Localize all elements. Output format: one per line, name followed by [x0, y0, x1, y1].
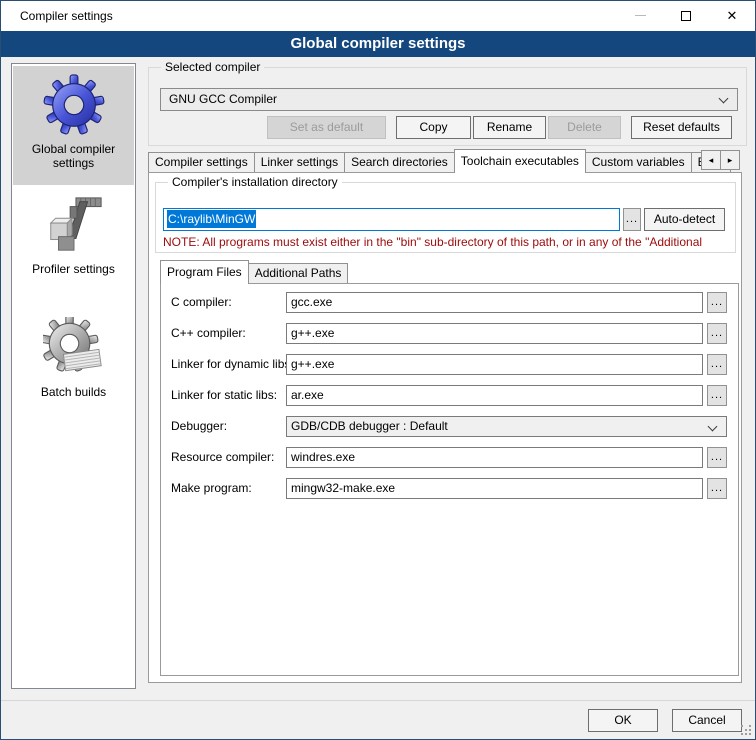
tab-program-files[interactable]: Program Files [160, 260, 249, 284]
tab-linker-settings[interactable]: Linker settings [254, 152, 345, 172]
caliper-icon [43, 194, 105, 259]
tab-additional-paths[interactable]: Additional Paths [248, 263, 349, 283]
close-button[interactable]: ✕ [709, 1, 755, 30]
installation-directory-group: Compiler's installation directory C:\ray… [155, 182, 736, 253]
tab-scroll-right-icon[interactable]: ▸ [720, 150, 740, 170]
chevron-down-icon [719, 94, 729, 104]
installation-directory-input[interactable]: C:\raylib\MinGW [163, 208, 620, 231]
tab-scroll-buttons: ◂ ▸ [702, 150, 740, 170]
sidebar-item-profiler-settings[interactable]: Profiler settings [13, 190, 134, 297]
maximize-icon [681, 11, 691, 21]
cpp-compiler-input[interactable]: g++.exe [286, 323, 703, 344]
group-label: Compiler's installation directory [168, 175, 342, 189]
copy-button[interactable]: Copy [396, 116, 471, 139]
resource-compiler-browse-button[interactable]: ... [707, 447, 727, 468]
make-program-value: mingw32-make.exe [291, 481, 395, 495]
dynamic-linker-input[interactable]: g++.exe [286, 354, 703, 375]
settings-tabs: Compiler settings Linker settings Search… [148, 149, 731, 172]
sidebar-item-label: Batch builds [41, 385, 106, 399]
tab-custom-variables[interactable]: Custom variables [585, 152, 692, 172]
ok-button[interactable]: OK [588, 709, 658, 732]
make-program-label: Make program: [171, 481, 252, 495]
compiler-select[interactable]: GNU GCC Compiler [160, 88, 738, 111]
static-linker-label: Linker for static libs: [171, 388, 277, 402]
gear-stack-icon [43, 317, 105, 382]
cpp-compiler-browse-button[interactable]: ... [707, 323, 727, 344]
static-linker-input[interactable]: ar.exe [286, 385, 703, 406]
program-files-panel: C compiler: gcc.exe ... C++ compiler: g+… [160, 283, 739, 676]
c-compiler-input[interactable]: gcc.exe [286, 292, 703, 313]
window-title: Compiler settings [20, 9, 113, 23]
rename-button[interactable]: Rename [473, 116, 546, 139]
blue-gear-icon [43, 74, 105, 139]
maximize-button[interactable] [663, 1, 709, 30]
chevron-down-icon [708, 422, 718, 432]
program-tabs: Program Files Additional Paths [160, 260, 348, 283]
resize-grip[interactable] [741, 725, 751, 735]
delete-button: Delete [548, 116, 621, 139]
minimize-button [617, 1, 663, 30]
tab-search-directories[interactable]: Search directories [344, 152, 455, 172]
c-compiler-value: gcc.exe [291, 295, 332, 309]
compiler-select-value: GNU GCC Compiler [169, 92, 277, 106]
resource-compiler-value: windres.exe [291, 450, 355, 464]
c-compiler-label: C compiler: [171, 295, 232, 309]
titlebar[interactable]: Compiler settings ✕ [1, 1, 755, 31]
cpp-compiler-value: g++.exe [291, 326, 334, 340]
resource-compiler-label: Resource compiler: [171, 450, 274, 464]
debugger-value: GDB/CDB debugger : Default [291, 419, 448, 433]
sidebar-item-label: Global compiler settings [13, 142, 134, 170]
cpp-compiler-label: C++ compiler: [171, 326, 246, 340]
make-program-browse-button[interactable]: ... [707, 478, 727, 499]
static-linker-value: ar.exe [291, 388, 324, 402]
resource-compiler-input[interactable]: windres.exe [286, 447, 703, 468]
settings-category-list: Global compiler settings Profiler settin… [11, 63, 136, 689]
dynamic-linker-browse-button[interactable]: ... [707, 354, 727, 375]
page-title: Global compiler settings [1, 31, 755, 57]
cancel-button[interactable]: Cancel [672, 709, 742, 732]
footer-divider [1, 700, 755, 701]
tab-scroll-left-icon[interactable]: ◂ [701, 150, 721, 170]
sidebar-item-label: Profiler settings [32, 262, 115, 276]
dynamic-linker-value: g++.exe [291, 357, 334, 371]
static-linker-browse-button[interactable]: ... [707, 385, 727, 406]
dynamic-linker-label: Linker for dynamic libs: [171, 357, 294, 371]
toolchain-executables-panel: Compiler's installation directory C:\ray… [148, 172, 742, 683]
sidebar-item-batch-builds[interactable]: Batch builds [13, 307, 134, 419]
close-icon: ✕ [727, 9, 738, 22]
debugger-label: Debugger: [171, 419, 227, 433]
tab-compiler-settings[interactable]: Compiler settings [148, 152, 255, 172]
make-program-input[interactable]: mingw32-make.exe [286, 478, 703, 499]
reset-defaults-button[interactable]: Reset defaults [631, 116, 732, 139]
group-label: Selected compiler [161, 60, 264, 74]
minimize-icon [635, 15, 646, 16]
sidebar-item-global-compiler-settings[interactable]: Global compiler settings [13, 66, 134, 185]
tab-toolchain-executables[interactable]: Toolchain executables [454, 149, 586, 173]
browse-directory-button[interactable]: ... [623, 208, 641, 231]
bin-subdirectory-note: NOTE: All programs must exist either in … [163, 235, 733, 249]
auto-detect-button[interactable]: Auto-detect [644, 208, 725, 231]
set-as-default-button: Set as default [267, 116, 386, 139]
c-compiler-browse-button[interactable]: ... [707, 292, 727, 313]
installation-directory-value: C:\raylib\MinGW [167, 210, 256, 228]
selected-compiler-group: Selected compiler GNU GCC Compiler Set a… [148, 67, 747, 146]
debugger-select[interactable]: GDB/CDB debugger : Default [286, 416, 727, 437]
compiler-settings-dialog: Compiler settings ✕ Global compiler sett… [0, 0, 756, 740]
